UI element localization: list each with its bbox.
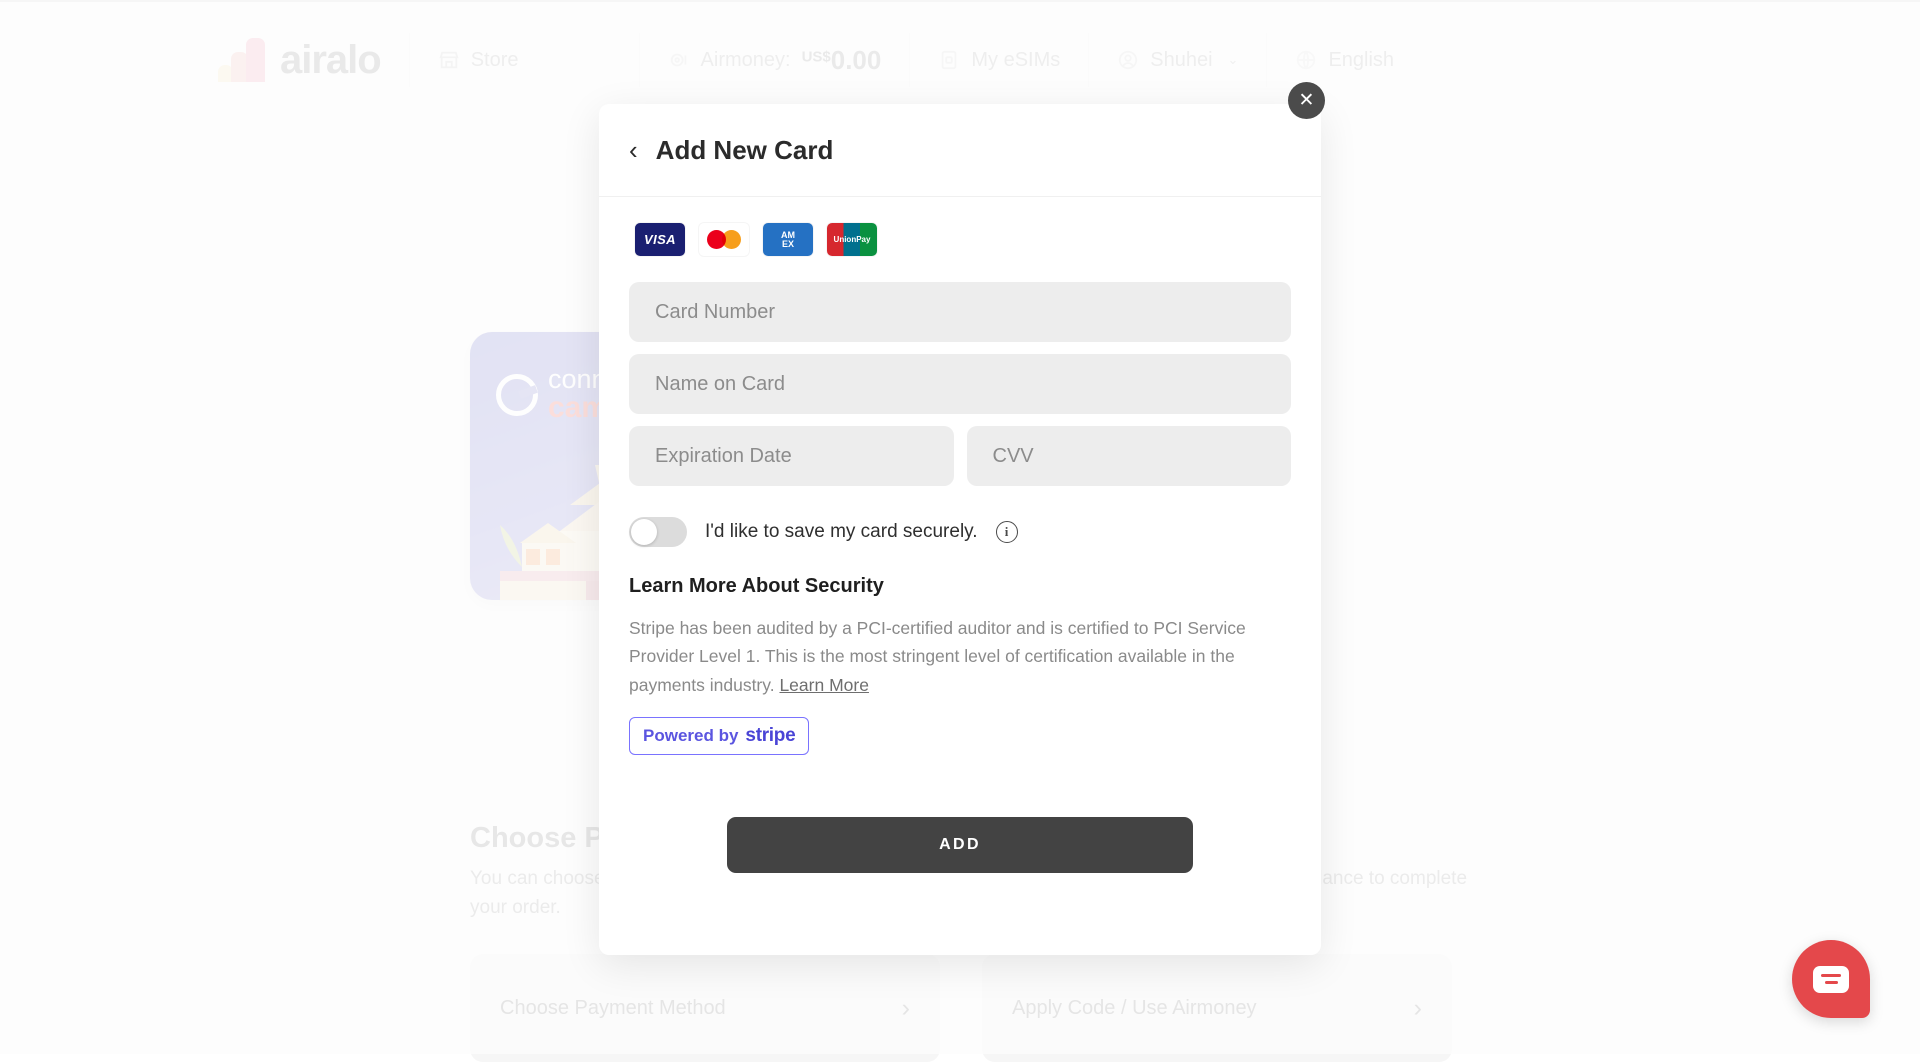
name-on-card-input[interactable] [629,354,1291,414]
unionpay-label: UnionPay [834,235,871,244]
security-learn-more-link[interactable]: Learn More [779,675,869,695]
stripe-badge-prefix: Powered by [643,726,738,746]
close-icon[interactable]: ✕ [1288,82,1325,119]
back-chevron-icon[interactable]: ‹ [629,137,638,163]
unionpay-icon: UnionPay [827,223,877,256]
modal-title: Add New Card [656,135,834,166]
chat-bubble-icon [1813,966,1849,993]
modal-header: ‹ Add New Card [599,104,1321,197]
amex-icon: AM EX [763,223,813,256]
save-card-toggle[interactable] [629,517,687,547]
security-section-body: Stripe has been audited by a PCI-certifi… [629,614,1254,699]
modal-body: VISA AM EX UnionPay I'd like to save my … [599,197,1321,873]
mastercard-icon [699,223,749,256]
accepted-card-brands: VISA AM EX UnionPay [629,223,1291,256]
stripe-badge-name: stripe [745,725,795,747]
security-section-title: Learn More About Security [629,575,1291,598]
save-card-row: I'd like to save my card securely. i [629,517,1291,547]
add-card-submit-button[interactable]: ADD [727,817,1193,873]
add-new-card-modal: ✕ ‹ Add New Card VISA AM EX UnionPay [599,104,1321,955]
expiration-date-input[interactable] [629,426,954,486]
chat-widget-button[interactable] [1792,940,1870,1018]
visa-label: VISA [644,232,676,247]
stripe-badge[interactable]: Powered by stripe [629,717,809,755]
expiry-cvv-row [629,426,1291,498]
card-number-input[interactable] [629,282,1291,342]
save-card-label: I'd like to save my card securely. [705,521,978,543]
amex-line2: EX [782,240,794,249]
visa-icon: VISA [635,223,685,256]
info-icon[interactable]: i [996,521,1018,543]
cvv-input[interactable] [967,426,1292,486]
security-body-text: Stripe has been audited by a PCI-certifi… [629,618,1246,695]
